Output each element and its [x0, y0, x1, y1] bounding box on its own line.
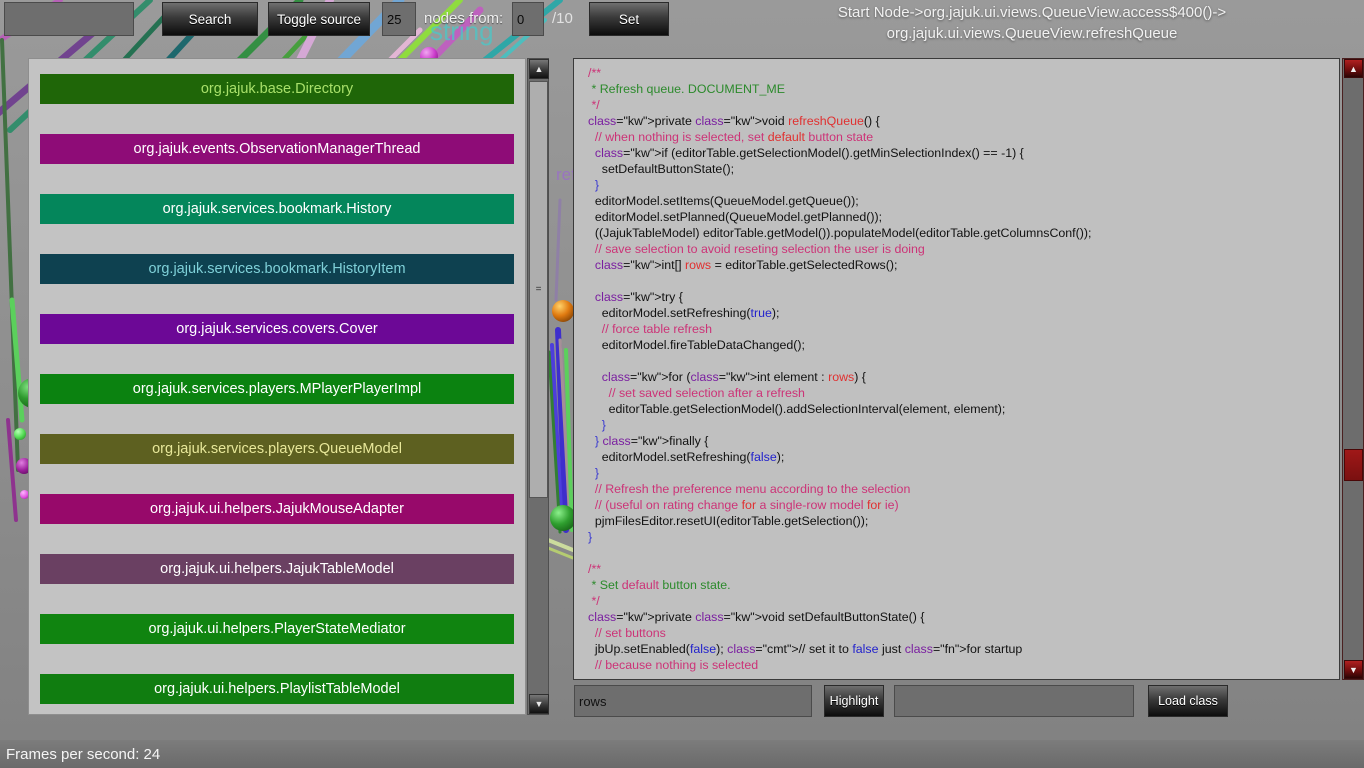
node-count-input[interactable]: 25: [382, 2, 416, 36]
list-item[interactable]: org.jajuk.ui.helpers.PlayerStateMediator: [29, 599, 525, 659]
list-item[interactable]: org.jajuk.services.bookmark.History: [29, 179, 525, 239]
graph-node-sphere[interactable]: [552, 300, 574, 322]
class-list-item-label[interactable]: org.jajuk.services.bookmark.History: [40, 194, 514, 224]
list-item[interactable]: org.jajuk.events.ObservationManagerThrea…: [29, 119, 525, 179]
class-list-item-label[interactable]: org.jajuk.base.Directory: [40, 74, 514, 104]
class-list-item-label[interactable]: org.jajuk.ui.helpers.PlayerStateMediator: [40, 614, 514, 644]
top-toolbar: Search Toggle source 25 nodes from: 0 /1…: [0, 0, 1364, 48]
class-list-item-label[interactable]: org.jajuk.services.players.QueueModel: [40, 434, 514, 464]
scroll-up-arrow-icon[interactable]: ▲: [529, 59, 549, 79]
class-list-item-label[interactable]: org.jajuk.services.bookmark.HistoryItem: [40, 254, 514, 284]
source-code-text: /** * Refresh queue. DOCUMENT_ME */ clas…: [588, 66, 1092, 672]
source-code-panel[interactable]: /** * Refresh queue. DOCUMENT_ME */ clas…: [573, 58, 1340, 680]
scroll-down-arrow-icon[interactable]: ▼: [529, 694, 549, 714]
load-class-button[interactable]: Load class: [1148, 685, 1228, 717]
list-item[interactable]: org.jajuk.services.covers.Cover: [29, 299, 525, 359]
list-item[interactable]: org.jajuk.base.Directory: [29, 59, 525, 119]
source-code-scrollbar[interactable]: ▲ ▼: [1342, 58, 1364, 680]
list-item[interactable]: org.jajuk.ui.helpers.PlaylistTableModel: [29, 659, 525, 714]
class-list-scrollbar[interactable]: ▲ = ▼: [527, 58, 549, 715]
start-index-input[interactable]: 0: [512, 2, 544, 36]
graph-node-sphere[interactable]: [14, 428, 26, 440]
class-list-panel[interactable]: org.jajuk.base.Directory org.jajuk.events…: [28, 58, 526, 715]
call-path-label: Start Node->org.jajuk.ui.views.QueueView…: [700, 2, 1364, 44]
source-code-scrollbar-thumb[interactable]: [1344, 449, 1363, 481]
fps-label: Frames per second: 24: [6, 745, 161, 763]
class-list-scrollbar-thumb[interactable]: =: [529, 81, 548, 498]
class-list-item-label[interactable]: org.jajuk.ui.helpers.JajukTableModel: [40, 554, 514, 584]
list-item[interactable]: org.jajuk.services.bookmark.HistoryItem: [29, 239, 525, 299]
highlight-input[interactable]: rows: [574, 685, 812, 717]
class-list-item-label[interactable]: org.jajuk.services.covers.Cover: [40, 314, 514, 344]
highlight-button[interactable]: Highlight: [824, 685, 884, 717]
bottom-control-bar: rows Highlight Load class: [566, 685, 1228, 719]
class-list-item-label[interactable]: org.jajuk.events.ObservationManagerThrea…: [40, 134, 514, 164]
call-path-line-1: Start Node->org.jajuk.ui.views.QueueView…: [837, 4, 1227, 21]
list-item[interactable]: org.jajuk.ui.helpers.JajukMouseAdapter: [29, 479, 525, 539]
list-item[interactable]: org.jajuk.services.players.MPlayerPlayer…: [29, 359, 525, 419]
status-bar: Frames per second: 24: [0, 740, 1364, 768]
list-item[interactable]: org.jajuk.services.players.QueueModel: [29, 419, 525, 479]
class-list-item-label[interactable]: org.jajuk.ui.helpers.JajukMouseAdapter: [40, 494, 514, 524]
scroll-up-arrow-icon[interactable]: ▲: [1344, 59, 1363, 78]
nodes-from-label: nodes from:: [424, 10, 504, 27]
search-input[interactable]: [4, 2, 134, 36]
total-pages-label: /10: [552, 10, 573, 27]
set-button[interactable]: Set: [589, 2, 669, 36]
call-path-line-2: org.jajuk.ui.views.QueueView.refreshQueu…: [886, 25, 1178, 42]
class-list-item-label[interactable]: org.jajuk.ui.helpers.PlaylistTableModel: [40, 674, 514, 704]
list-item[interactable]: org.jajuk.ui.helpers.JajukTableModel: [29, 539, 525, 599]
class-name-input[interactable]: [894, 685, 1134, 717]
toggle-source-button[interactable]: Toggle source: [268, 2, 370, 36]
class-list-item-label[interactable]: org.jajuk.services.players.MPlayerPlayer…: [40, 374, 514, 404]
search-button[interactable]: Search: [162, 2, 258, 36]
scroll-down-arrow-icon[interactable]: ▼: [1344, 660, 1363, 679]
